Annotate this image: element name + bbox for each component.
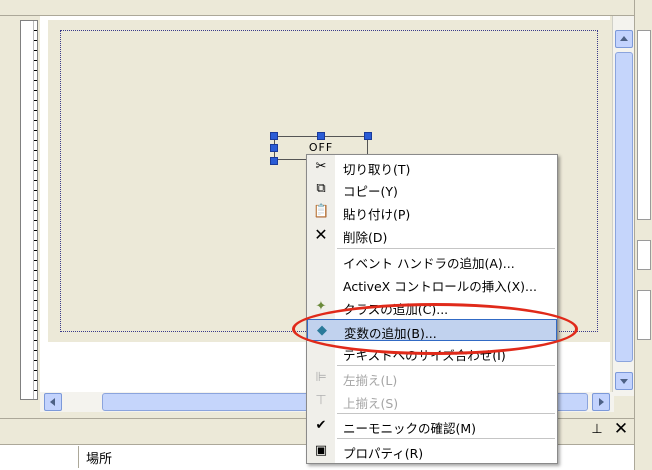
scroll-up-button[interactable] [615,30,633,48]
selection-handle[interactable] [364,132,372,140]
check-mnemonic-icon: ✔ [315,418,327,433]
right-arrow-icon [599,398,604,406]
scroll-down-button[interactable] [615,372,633,390]
left-arrow-icon [50,398,55,406]
menu-item-delete[interactable]: ✕ 削除(D) [307,224,557,246]
copy-icon: ⧉ [316,181,326,196]
menu-item-label: 貼り付け(P) [343,207,411,222]
menu-item-label: コピー(Y) [343,184,398,199]
menu-item-label: プロパティ(R) [343,446,424,461]
scroll-left-button[interactable] [44,393,62,411]
scroll-right-button[interactable] [592,393,610,411]
column-divider[interactable] [78,446,79,468]
vertical-ruler [20,20,38,400]
properties-icon: ▣ [314,443,328,458]
align-top-icon: ⊤ [315,393,327,408]
menu-item-properties[interactable]: ▣ プロパティ(R) [307,440,557,462]
column-header-location[interactable]: 場所 [86,448,112,467]
top-toolbar-strip [0,0,640,16]
menu-item-label: ActiveX コントロールの挿入(X)... [343,279,537,294]
up-arrow-icon [620,36,628,41]
highlight-ring-annotation [292,303,578,355]
menu-item-label: 左揃え(L) [343,373,398,388]
down-arrow-icon [620,379,628,384]
vertical-scroll-thumb[interactable] [615,52,633,362]
panel-tab-strip[interactable] [637,290,651,340]
menu-item-check-mnemonics[interactable]: ✔ ニーモニックの確認(M) [307,415,557,437]
menu-item-add-event-handler[interactable]: イベント ハンドラの追加(A)... [307,250,557,272]
off-control-label: OFF [308,141,334,154]
menu-item-label: 切り取り(T) [343,162,411,177]
panel-tab-strip[interactable] [637,30,651,220]
panel-tab-strip[interactable] [637,240,651,270]
menu-separator [337,413,555,414]
selection-handle[interactable] [317,132,325,140]
selection-handle[interactable] [270,144,278,152]
menu-item-paste[interactable]: 📋 貼り付け(P) [307,201,557,223]
right-side-panel [634,0,652,470]
paste-icon: 📋 [313,204,330,219]
menu-item-label: ニーモニックの確認(M) [343,421,477,436]
selection-handle[interactable] [270,157,278,165]
menu-item-cut[interactable]: ✂ 切り取り(T) [307,156,557,178]
pin-icon[interactable]: ⊥ [590,422,604,438]
menu-item-copy[interactable]: ⧉ コピー(Y) [307,178,557,200]
delete-icon: ✕ [314,225,328,244]
menu-item-align-left[interactable]: ⊫ 左揃え(L) [307,367,557,389]
menu-item-label: 上揃え(S) [343,396,399,411]
scissors-icon: ✂ [315,159,327,174]
align-left-icon: ⊫ [315,370,327,385]
menu-item-label: イベント ハンドラの追加(A)... [343,256,515,271]
menu-separator [337,248,555,249]
menu-separator [337,365,555,366]
menu-item-align-top[interactable]: ⊤ 上揃え(S) [307,390,557,412]
selection-handle[interactable] [270,132,278,140]
vertical-scrollbar[interactable] [612,16,634,396]
close-icon[interactable]: ✕ [612,420,630,438]
menu-separator [337,438,555,439]
menu-item-label: 削除(D) [343,230,388,245]
menu-item-insert-activex[interactable]: ActiveX コントロールの挿入(X)... [307,273,557,295]
